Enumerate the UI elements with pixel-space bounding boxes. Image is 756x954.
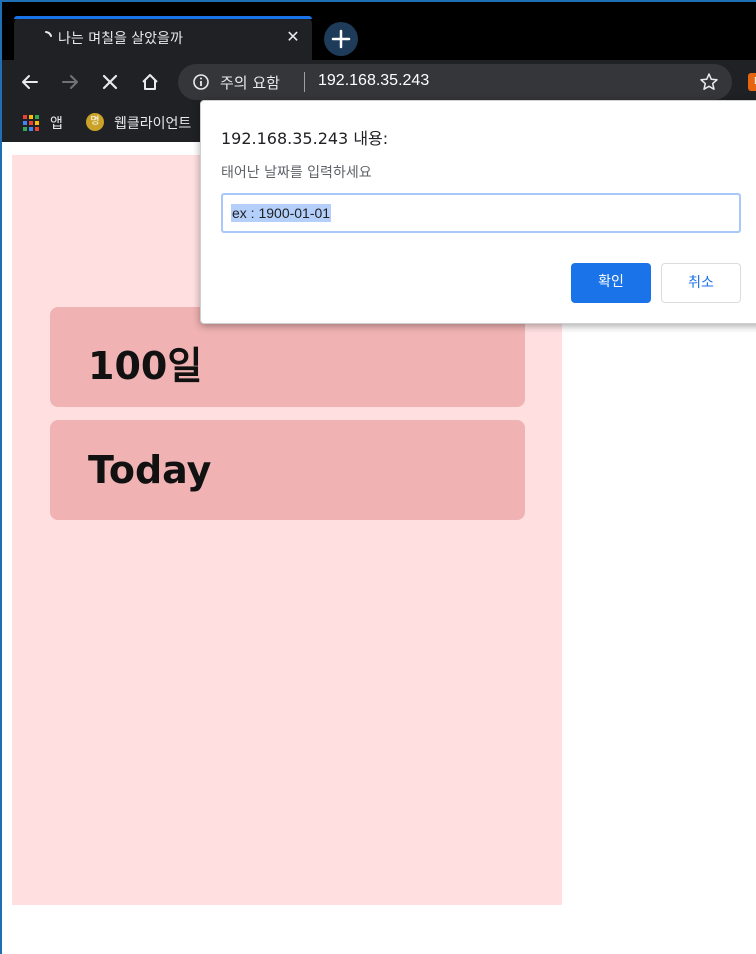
info-icon[interactable] xyxy=(192,73,210,91)
back-arrow-icon[interactable] xyxy=(16,68,44,96)
birthdate-input-value[interactable]: ex : 1900-01-01 xyxy=(231,204,332,222)
days-card-text: 100일 xyxy=(88,344,203,388)
stop-loading-icon[interactable] xyxy=(96,68,124,96)
confirm-button[interactable]: 확인 xyxy=(571,263,651,303)
forward-arrow-icon[interactable] xyxy=(56,68,84,96)
tab-accent xyxy=(14,16,312,19)
today-card-text: Today xyxy=(88,448,212,492)
dialog-message: 태어난 날짜를 입력하세요 xyxy=(221,165,372,181)
bookmark-favicon[interactable]: 명 xyxy=(86,113,104,131)
bookmark-apps-label[interactable]: 앱 xyxy=(50,113,63,133)
apps-grid-icon[interactable] xyxy=(22,114,40,132)
address-bar[interactable]: 주의 요함 192.168.35.243 xyxy=(178,64,732,100)
dialog-title: 192.168.35.243 내용: xyxy=(221,129,389,148)
browser-toolbar: 주의 요함 192.168.35.243 E xyxy=(2,60,756,104)
home-icon[interactable] xyxy=(136,68,164,96)
cancel-button[interactable]: 취소 xyxy=(661,263,741,303)
extension-icon[interactable]: E xyxy=(748,73,756,91)
tab-title: 나는 며칠을 살았을까 xyxy=(58,31,183,47)
tab-strip: 나는 며칠을 살았을까 ✕ xyxy=(2,2,756,60)
plus-icon xyxy=(331,29,351,49)
today-card: Today xyxy=(50,420,525,520)
window-frame-left xyxy=(0,0,2,954)
address-divider xyxy=(304,72,305,92)
new-tab-button[interactable] xyxy=(324,22,358,56)
security-warning-label[interactable]: 주의 요함 xyxy=(220,72,280,93)
tab-close-icon[interactable]: ✕ xyxy=(284,28,302,46)
prompt-dialog: 192.168.35.243 내용: 태어난 날짜를 입력하세요 ex : 19… xyxy=(200,100,756,324)
bookmark-star-icon[interactable] xyxy=(698,71,720,93)
browser-tab[interactable]: 나는 며칠을 살았을까 ✕ xyxy=(14,16,312,60)
url-text[interactable]: 192.168.35.243 xyxy=(318,72,429,90)
bookmark-webclient-label[interactable]: 웹클라이언트 xyxy=(114,113,191,133)
birthdate-input[interactable]: ex : 1900-01-01 xyxy=(221,193,741,233)
loading-spinner-icon xyxy=(45,31,52,37)
